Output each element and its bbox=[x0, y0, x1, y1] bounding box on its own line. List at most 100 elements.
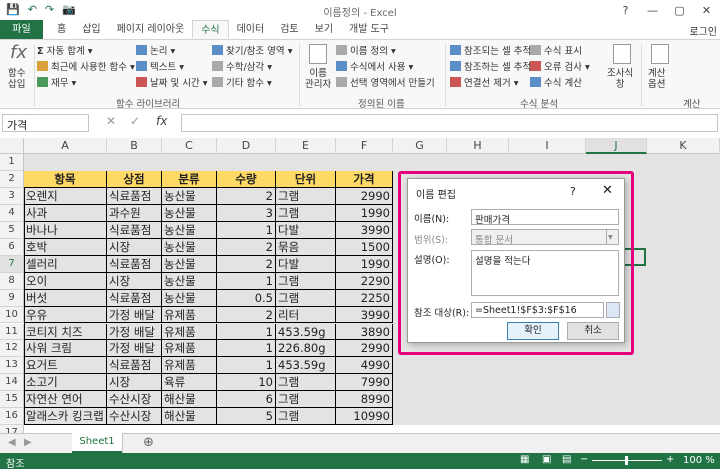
tab-view[interactable]: 보기 bbox=[307, 20, 341, 39]
column-header-e[interactable]: E bbox=[276, 138, 336, 154]
table-cell[interactable]: 버섯 bbox=[24, 289, 107, 307]
table-cell[interactable]: 그램 bbox=[276, 289, 336, 307]
table-cell[interactable]: 식료품점 bbox=[107, 221, 162, 239]
table-header-cell[interactable]: 단위 bbox=[276, 170, 336, 188]
fx-icon[interactable]: fx bbox=[10, 42, 27, 63]
table-cell[interactable]: 그램 bbox=[276, 272, 336, 290]
name-box[interactable]: 가격 bbox=[2, 114, 89, 132]
row-header[interactable]: 8 bbox=[0, 272, 24, 290]
math-button[interactable]: 수학/삼각 ▾ bbox=[212, 59, 272, 73]
row-header[interactable]: 12 bbox=[0, 340, 24, 358]
column-header-f[interactable]: F bbox=[336, 138, 393, 154]
table-header-cell[interactable]: 상점 bbox=[107, 170, 162, 188]
table-cell[interactable]: 농산물 bbox=[162, 204, 217, 222]
table-cell[interactable]: 해산물 bbox=[162, 391, 217, 409]
chevron-down-icon[interactable]: ▾ bbox=[606, 229, 619, 245]
table-cell[interactable]: 226.80g bbox=[276, 340, 336, 358]
more-functions-button[interactable]: 기타 함수 ▾ bbox=[212, 75, 272, 89]
column-header-h[interactable]: H bbox=[447, 138, 509, 154]
table-cell[interactable]: 1990 bbox=[336, 204, 393, 222]
table-cell[interactable]: 우유 bbox=[24, 306, 107, 324]
table-cell[interactable]: 호박 bbox=[24, 238, 107, 256]
table-cell[interactable]: 바나나 bbox=[24, 221, 107, 239]
collapse-dialog-icon[interactable] bbox=[606, 302, 620, 318]
create-from-selection-button[interactable]: 선택 영역에서 만들기 bbox=[336, 75, 435, 89]
table-cell[interactable]: 가정 배달 bbox=[107, 340, 162, 358]
zoom-in-icon[interactable]: + bbox=[666, 454, 674, 465]
ok-button[interactable]: 확인 bbox=[507, 322, 559, 340]
table-cell[interactable]: 소고기 bbox=[24, 374, 107, 392]
zoom-level[interactable]: 100 % bbox=[683, 455, 715, 466]
table-cell[interactable]: 1 bbox=[217, 221, 276, 239]
table-cell[interactable]: 6 bbox=[217, 391, 276, 409]
table-cell[interactable]: 과수원 bbox=[107, 204, 162, 222]
table-cell[interactable]: 식료품점 bbox=[107, 289, 162, 307]
column-header-g[interactable]: G bbox=[393, 138, 447, 154]
table-cell[interactable]: 453.59g bbox=[276, 357, 336, 375]
table-cell[interactable]: 농산물 bbox=[162, 272, 217, 290]
table-cell[interactable]: 8990 bbox=[336, 391, 393, 409]
column-header-c[interactable]: C bbox=[162, 138, 217, 154]
table-cell[interactable]: 가정 배달 bbox=[107, 323, 162, 341]
table-cell[interactable]: 2990 bbox=[336, 187, 393, 205]
table-cell[interactable]: 농산물 bbox=[162, 221, 217, 239]
formula-input[interactable] bbox=[181, 114, 718, 132]
refers-to-field[interactable]: =Sheet1!$F$3:$F$16 bbox=[471, 302, 604, 318]
page-layout-icon[interactable]: ▣ bbox=[542, 454, 551, 465]
row-header[interactable]: 14 bbox=[0, 374, 24, 392]
row-header[interactable]: 4 bbox=[0, 204, 24, 222]
table-header-cell[interactable]: 수량 bbox=[217, 170, 276, 188]
table-cell[interactable]: 식료품점 bbox=[107, 187, 162, 205]
table-cell[interactable]: 유제품 bbox=[162, 340, 217, 358]
tab-formulas[interactable]: 수식 bbox=[192, 20, 229, 39]
name-manager-button[interactable]: 이름 관리자 bbox=[305, 68, 331, 90]
column-header-j[interactable]: J bbox=[586, 138, 647, 154]
enter-icon[interactable]: ✓ bbox=[130, 114, 140, 128]
row-header[interactable]: 9 bbox=[0, 289, 24, 307]
row-header[interactable]: 16 bbox=[0, 408, 24, 426]
row-header[interactable]: 15 bbox=[0, 391, 24, 409]
table-cell[interactable]: 시장 bbox=[107, 374, 162, 392]
tab-insert[interactable]: 삽입 bbox=[74, 20, 108, 39]
table-cell[interactable]: 해산물 bbox=[162, 408, 217, 426]
table-cell[interactable]: 1500 bbox=[336, 238, 393, 256]
table-cell[interactable]: 453.59g bbox=[276, 323, 336, 341]
table-cell[interactable]: 3890 bbox=[336, 323, 393, 341]
table-cell[interactable]: 사과 bbox=[24, 204, 107, 222]
table-cell[interactable]: 농산물 bbox=[162, 187, 217, 205]
table-cell[interactable]: 육류 bbox=[162, 374, 217, 392]
table-cell[interactable]: 수산시장 bbox=[107, 391, 162, 409]
text-button[interactable]: 텍스트 ▾ bbox=[136, 59, 184, 73]
table-cell[interactable]: 식료품점 bbox=[107, 255, 162, 273]
trace-dependents-button[interactable]: 참조하는 셀 추적 bbox=[450, 59, 531, 73]
column-header-i[interactable]: I bbox=[509, 138, 586, 154]
row-header[interactable]: 10 bbox=[0, 306, 24, 324]
trace-precedents-button[interactable]: 참조되는 셀 추적 bbox=[450, 43, 531, 57]
table-cell[interactable]: 7990 bbox=[336, 374, 393, 392]
row-header[interactable]: 2 bbox=[0, 170, 24, 188]
table-cell[interactable]: 알래스카 킹크랩 bbox=[24, 408, 107, 426]
table-cell[interactable]: 다발 bbox=[276, 221, 336, 239]
table-cell[interactable]: 0.5 bbox=[217, 289, 276, 307]
table-cell[interactable]: 1 bbox=[217, 340, 276, 358]
table-cell[interactable]: 그램 bbox=[276, 204, 336, 222]
table-cell[interactable]: 3990 bbox=[336, 306, 393, 324]
table-cell[interactable]: 4990 bbox=[336, 357, 393, 375]
table-cell[interactable]: 오이 bbox=[24, 272, 107, 290]
table-cell[interactable]: 수산시장 bbox=[107, 408, 162, 426]
tab-home[interactable]: 홈 bbox=[49, 20, 74, 39]
table-cell[interactable]: 2990 bbox=[336, 340, 393, 358]
table-cell[interactable]: 2290 bbox=[336, 272, 393, 290]
fx-icon[interactable]: fx bbox=[156, 114, 167, 128]
autosum-button[interactable]: Σ 자동 합계 ▾ bbox=[37, 43, 93, 57]
cancel-button[interactable]: 취소 bbox=[567, 322, 619, 340]
logical-button[interactable]: 논리 ▾ bbox=[136, 43, 175, 57]
column-header-a[interactable]: A bbox=[24, 138, 107, 154]
watch-window-button[interactable]: 조사식 창 bbox=[607, 68, 633, 90]
column-header-b[interactable]: B bbox=[107, 138, 162, 154]
help-button[interactable]: ? bbox=[612, 0, 639, 20]
use-in-formula-button[interactable]: 수식에서 사용 ▾ bbox=[336, 59, 413, 73]
table-cell[interactable]: 1990 bbox=[336, 255, 393, 273]
tab-developer[interactable]: 개발 도구 bbox=[341, 20, 397, 39]
table-cell[interactable]: 2 bbox=[217, 238, 276, 256]
